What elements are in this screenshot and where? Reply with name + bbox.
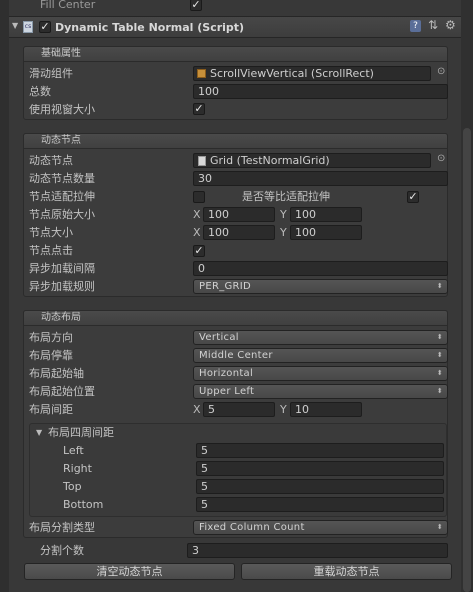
padding-right-label: Right — [63, 462, 92, 475]
orig-y-label: Y — [280, 208, 287, 221]
dock-dropdown[interactable]: Middle Center ⬍ — [193, 348, 448, 363]
foldout-arrow-icon[interactable]: ▼ — [12, 21, 18, 30]
component-title: Dynamic Table Normal (Script) — [55, 21, 245, 34]
fill-center-label: Fill Center — [40, 0, 96, 11]
scroll-component-label: 滑动组件 — [29, 67, 73, 80]
spacing-label: 布局间距 — [29, 403, 73, 416]
preset-icon[interactable]: ⇅ — [428, 18, 438, 32]
component-enabled-checkbox[interactable]: ✓ — [39, 21, 51, 33]
dropdown-arrow-icon: ⬍ — [436, 351, 443, 359]
clear-nodes-button[interactable]: 清空动态节点 — [24, 563, 235, 580]
node-size-label: 节点大小 — [29, 226, 73, 239]
size-x-input[interactable]: 100 — [203, 225, 275, 240]
node-count-label: 动态节点数量 — [29, 172, 95, 185]
spacing-y-input[interactable]: 10 — [290, 402, 362, 417]
split-type-value: Fixed Column Count — [199, 522, 305, 533]
start-axis-dropdown[interactable]: Horizontal ⬍ — [193, 366, 448, 381]
equal-stretch-label: 是否等比适配拉伸 — [242, 190, 330, 203]
padding-left-input[interactable]: 5 — [196, 443, 444, 458]
padding-label: 布局四周间距 — [48, 426, 114, 439]
node-picker-icon[interactable]: ⊙ — [437, 153, 445, 164]
node-value: Grid (TestNormalGrid) — [210, 154, 330, 167]
padding-left-label: Left — [63, 444, 84, 457]
node-stretch-label: 节点适配拉伸 — [29, 190, 95, 203]
spacing-x-input[interactable]: 5 — [203, 402, 275, 417]
dropdown-arrow-icon: ⬍ — [436, 523, 443, 531]
spacing-y-label: Y — [280, 403, 287, 416]
async-interval-label: 异步加载间隔 — [29, 262, 95, 275]
basic-group-header: 基础属性 — [23, 46, 448, 62]
size-y-input[interactable]: 100 — [290, 225, 362, 240]
dropdown-arrow-icon: ⬍ — [436, 369, 443, 377]
object-picker-icon[interactable]: ⊙ — [437, 66, 445, 77]
equal-stretch-checkbox[interactable]: ✓ — [407, 191, 419, 203]
split-type-label: 布局分割类型 — [29, 521, 95, 534]
node-click-checkbox[interactable]: ✓ — [193, 245, 205, 257]
async-rule-label: 异步加载规则 — [29, 280, 95, 293]
node-label: 动态节点 — [29, 154, 73, 167]
split-type-dropdown[interactable]: Fixed Column Count ⬍ — [193, 520, 448, 535]
direction-label: 布局方向 — [29, 331, 73, 344]
viewport-size-label: 使用视窗大小 — [29, 103, 95, 116]
padding-foldout-icon[interactable]: ▼ — [36, 428, 42, 437]
viewport-size-checkbox[interactable]: ✓ — [193, 103, 205, 115]
left-gutter — [0, 0, 9, 592]
node-field[interactable]: Grid (TestNormalGrid) — [193, 153, 431, 168]
reload-nodes-button[interactable]: 重载动态节点 — [241, 563, 452, 580]
dropdown-arrow-icon: ⬍ — [436, 333, 443, 341]
scroll-component-field[interactable]: ScrollViewVertical (ScrollRect) — [193, 66, 431, 81]
start-position-dropdown[interactable]: Upper Left ⬍ — [193, 384, 448, 399]
padding-right-input[interactable]: 5 — [196, 461, 444, 476]
total-input[interactable]: 100 — [193, 84, 448, 99]
scrollbar-thumb[interactable] — [463, 128, 471, 592]
direction-value: Vertical — [199, 332, 239, 343]
dropdown-arrow-icon: ⬍ — [436, 387, 443, 395]
orig-y-input[interactable]: 100 — [290, 207, 362, 222]
prefab-icon — [198, 156, 206, 166]
settings-gear-icon[interactable]: ⚙ — [445, 18, 456, 32]
start-axis-label: 布局起始轴 — [29, 367, 84, 380]
padding-top-input[interactable]: 5 — [196, 479, 444, 494]
dock-label: 布局停靠 — [29, 349, 73, 362]
help-icon[interactable]: ? — [410, 20, 421, 32]
async-rule-value: PER_GRID — [199, 281, 252, 292]
node-click-label: 节点点击 — [29, 244, 73, 257]
padding-bottom-input[interactable]: 5 — [196, 497, 444, 512]
spacing-x-label: X — [193, 403, 201, 416]
start-position-label: 布局起始位置 — [29, 385, 95, 398]
dock-value: Middle Center — [199, 350, 273, 361]
node-count-input[interactable]: 30 — [193, 171, 448, 186]
layout-group-header: 动态布局 — [23, 310, 448, 326]
async-rule-dropdown[interactable]: PER_GRID ⬍ — [193, 279, 448, 294]
node-stretch-checkbox[interactable] — [193, 191, 205, 203]
script-icon: cs — [23, 21, 33, 33]
total-label: 总数 — [29, 85, 51, 98]
async-interval-input[interactable]: 0 — [193, 261, 448, 276]
scrollrect-icon — [197, 69, 206, 78]
fill-center-checkbox[interactable]: ✓ — [190, 0, 202, 11]
padding-top-label: Top — [63, 480, 82, 493]
start-axis-value: Horizontal — [199, 368, 254, 379]
orig-x-label: X — [193, 208, 201, 221]
split-count-input[interactable]: 3 — [187, 543, 448, 558]
start-position-value: Upper Left — [199, 386, 255, 397]
padding-bottom-label: Bottom — [63, 498, 104, 511]
orig-x-input[interactable]: 100 — [203, 207, 275, 222]
scroll-component-value: ScrollViewVertical (ScrollRect) — [210, 67, 374, 80]
direction-dropdown[interactable]: Vertical ⬍ — [193, 330, 448, 345]
node-group-header: 动态节点 — [23, 133, 448, 149]
split-count-label: 分割个数 — [40, 544, 84, 557]
size-x-label: X — [193, 226, 201, 239]
dropdown-arrow-icon: ⬍ — [436, 282, 443, 290]
orig-size-label: 节点原始大小 — [29, 208, 95, 221]
size-y-label: Y — [280, 226, 287, 239]
